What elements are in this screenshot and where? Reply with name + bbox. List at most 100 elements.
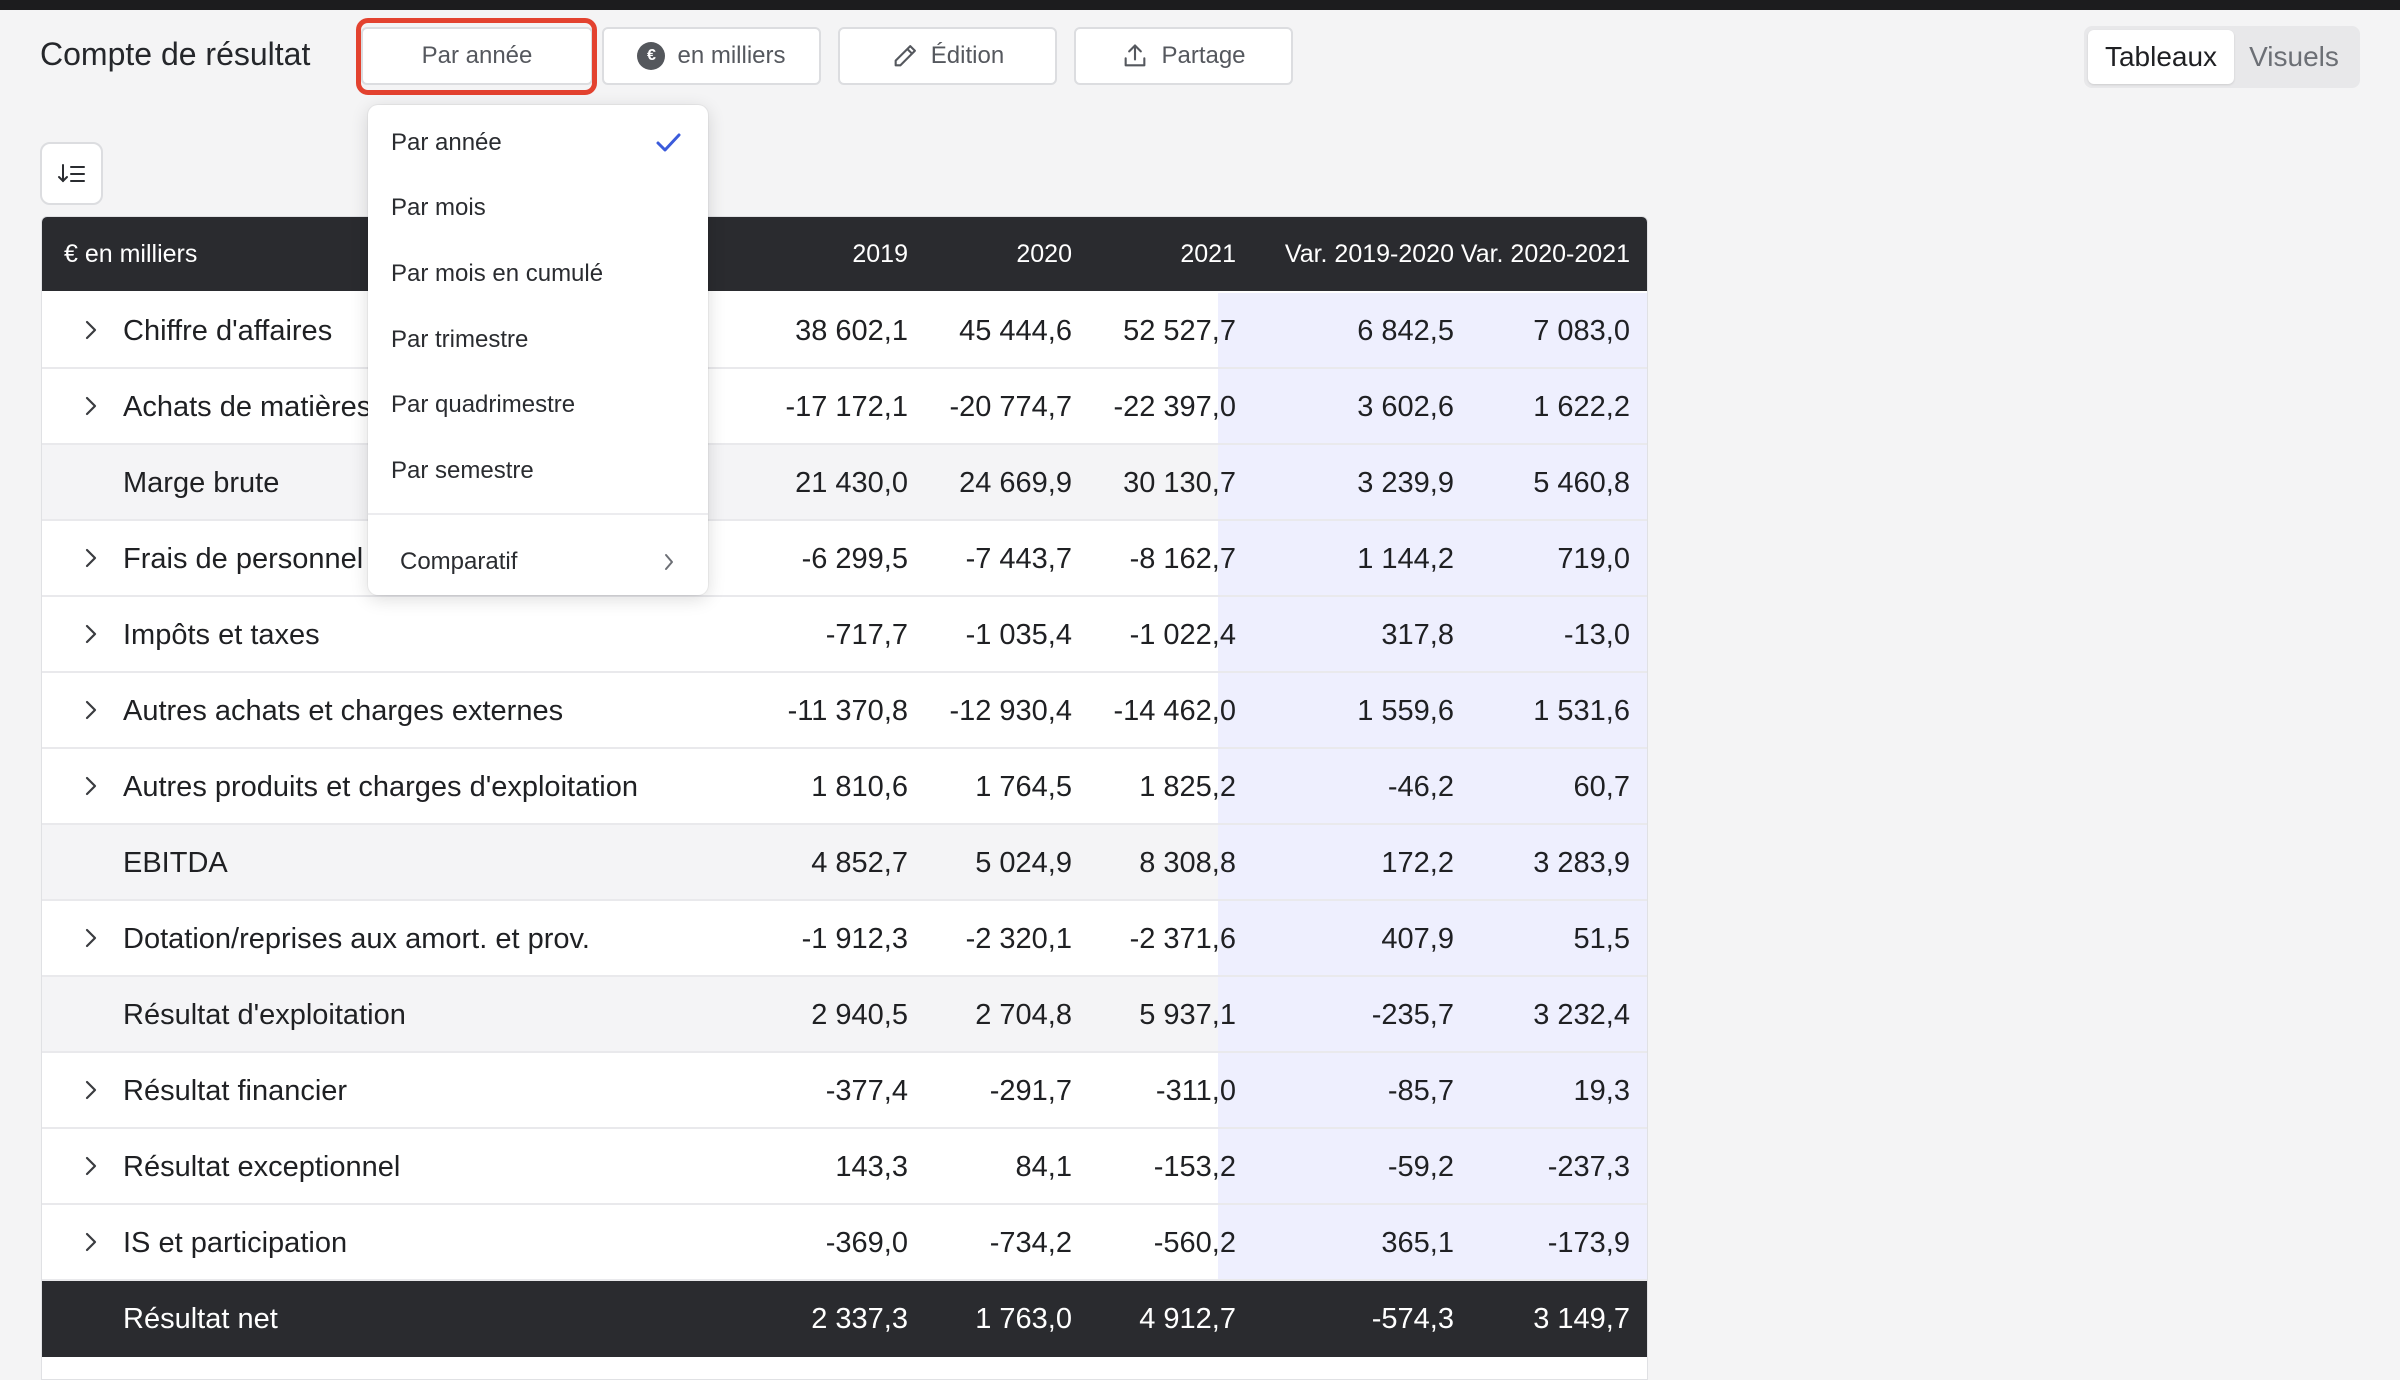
chevron-right-icon[interactable] <box>78 925 104 951</box>
cell-2020: -7 443,7 <box>965 543 1072 575</box>
cell-var-2020-2021: 1 622,2 <box>1533 391 1630 423</box>
chevron-right-icon[interactable] <box>78 393 104 419</box>
header-var-2020-2021[interactable]: Var. 2020-2021 <box>1454 217 1630 291</box>
cell-2020: 84,1 <box>1015 1151 1072 1183</box>
menu-item-period[interactable]: Par mois <box>368 178 708 238</box>
cell-2021: 1 825,2 <box>1139 771 1236 803</box>
cell-2019: -1 912,3 <box>801 923 908 955</box>
cell-2021: 5 937,1 <box>1139 999 1236 1031</box>
cell-2019: -369,0 <box>825 1227 908 1259</box>
toolbar: Compte de résultat Par année € en millie… <box>0 10 2400 110</box>
unit-button[interactable]: € en milliers <box>602 27 821 85</box>
cell-2021: 52 527,7 <box>1123 315 1236 347</box>
table-row[interactable]: Chiffre d'affaires 38 602,1 45 444,6 52 527… <box>42 293 1647 369</box>
cell-2021: -2 371,6 <box>1129 923 1236 955</box>
table-row-subtotal: Marge brute 21 430,0 24 669,9 30 130,7 3 239… <box>42 445 1647 521</box>
table-row[interactable]: IS et participation -369,0 -734,2 -560,2 365… <box>42 1205 1647 1281</box>
table-row[interactable]: Impôts et taxes -717,7 -1 035,4 -1 022,4 317… <box>42 597 1647 673</box>
sort-button[interactable] <box>40 142 103 205</box>
cell-var-2019-2020: 365,1 <box>1381 1227 1454 1259</box>
table-row[interactable]: Résultat exceptionnel 143,3 84,1 -153,2 -59,… <box>42 1129 1647 1205</box>
cell-var-2020-2021: 1 531,6 <box>1533 695 1630 727</box>
cell-var-2019-2020: 317,8 <box>1381 619 1454 651</box>
cell-2021: -560,2 <box>1153 1227 1236 1259</box>
period-button[interactable]: Par année <box>361 27 593 85</box>
cell-2019: -377,4 <box>825 1075 908 1107</box>
cell-2021: -22 397,0 <box>1113 391 1236 423</box>
cell-2020: -20 774,7 <box>949 391 1072 423</box>
cell-2021: -1 022,4 <box>1129 619 1236 651</box>
chevron-right-icon[interactable] <box>78 773 104 799</box>
income-statement-table: € en milliers 2019 2020 2021 Var. 2019-2… <box>41 216 1648 1380</box>
menu-item-label: Par quadrimestre <box>391 391 576 418</box>
chevron-right-icon[interactable] <box>78 1077 104 1103</box>
header-var-2019-2020[interactable]: Var. 2019-2020 <box>1236 217 1454 291</box>
table-row[interactable]: Résultat financier -377,4 -291,7 -311,0 -85,… <box>42 1053 1647 1129</box>
cell-var-2020-2021: 3 149,7 <box>1533 1303 1630 1335</box>
chevron-right-icon[interactable] <box>78 621 104 647</box>
row-label: Marge brute <box>123 467 280 499</box>
menu-item-period[interactable]: Par trimestre <box>368 310 708 370</box>
chevron-right-icon[interactable] <box>78 1229 104 1255</box>
cell-var-2019-2020: -574,3 <box>1371 1303 1454 1335</box>
share-button-label: Partage <box>1161 42 1246 69</box>
check-icon <box>656 133 681 152</box>
menu-item-period[interactable]: Par mois en cumulé <box>368 244 708 304</box>
cell-2019: -6 299,5 <box>801 543 908 575</box>
cell-var-2019-2020: 172,2 <box>1381 847 1454 879</box>
table-row[interactable]: Autres achats et charges externes -11 370… <box>42 673 1647 749</box>
cell-var-2019-2020: 6 842,5 <box>1357 315 1454 347</box>
chevron-right-icon[interactable] <box>78 1153 104 1179</box>
table-row[interactable]: Frais de personnel -6 299,5 -7 443,7 -8 162… <box>42 521 1647 597</box>
chevron-right-icon <box>665 554 673 570</box>
chevron-right-icon[interactable] <box>78 545 104 571</box>
table-row[interactable]: Autres produits et charges d'exploitatio… <box>42 749 1647 825</box>
row-label: EBITDA <box>123 847 228 879</box>
header-2021[interactable]: 2021 <box>1072 217 1236 291</box>
view-switcher: Tableaux Visuels <box>2084 26 2360 88</box>
menu-item-label: Comparatif <box>400 548 518 575</box>
cell-var-2019-2020: -85,7 <box>1387 1075 1454 1107</box>
cell-2019: 2 337,3 <box>811 1303 908 1335</box>
menu-item-period[interactable]: Par semestre <box>368 441 708 501</box>
cell-2021: 30 130,7 <box>1123 467 1236 499</box>
cell-var-2020-2021: 60,7 <box>1573 771 1630 803</box>
menu-item-period[interactable]: Par quadrimestre <box>368 375 708 435</box>
cell-var-2019-2020: 1 144,2 <box>1357 543 1454 575</box>
menu-item-label: Par mois <box>391 194 486 221</box>
table-row[interactable]: Dotation/reprises aux amort. et prov. -1 … <box>42 901 1647 977</box>
menu-item-comparatif[interactable]: Comparatif <box>368 532 708 592</box>
table-row[interactable]: Achats de matières -17 172,1 -20 774,7 -22 … <box>42 369 1647 445</box>
cell-2019: 4 852,7 <box>811 847 908 879</box>
tab-tableaux[interactable]: Tableaux <box>2088 30 2234 84</box>
sort-list-icon <box>57 163 85 182</box>
share-button[interactable]: Partage <box>1074 27 1293 85</box>
edit-button-label: Édition <box>930 42 1005 69</box>
cell-2019: -11 370,8 <box>787 695 908 727</box>
cell-var-2019-2020: -46,2 <box>1387 771 1454 803</box>
row-label: Résultat net <box>123 1303 278 1335</box>
period-dropdown-menu: Par année Par mois Par mois en cumulé Par t… <box>368 105 708 595</box>
row-label: Résultat exceptionnel <box>123 1151 401 1183</box>
cell-var-2020-2021: -13,0 <box>1563 619 1630 651</box>
header-2019[interactable]: 2019 <box>722 217 908 291</box>
header-2020[interactable]: 2020 <box>908 217 1072 291</box>
row-label: Autres produits et charges d'exploitatio… <box>123 771 638 803</box>
table-row-subtotal: Résultat d'exploitation 2 940,5 2 704,8 5 9… <box>42 977 1647 1053</box>
unit-button-label: en milliers <box>677 42 786 69</box>
cell-var-2020-2021: 719,0 <box>1557 543 1630 575</box>
edit-button[interactable]: Édition <box>838 27 1057 85</box>
cell-var-2020-2021: 51,5 <box>1573 923 1630 955</box>
tab-visuels[interactable]: Visuels <box>2234 30 2354 84</box>
menu-item-label: Par année <box>391 129 502 156</box>
chevron-right-icon[interactable] <box>78 697 104 723</box>
period-button-label: Par année <box>421 42 533 69</box>
menu-item-period[interactable]: Par année <box>368 113 708 173</box>
window-top-strip <box>0 0 2400 10</box>
cell-var-2019-2020: 3 239,9 <box>1357 467 1454 499</box>
cell-2021: 8 308,8 <box>1139 847 1236 879</box>
cell-2020: 5 024,9 <box>975 847 1072 879</box>
chevron-right-icon[interactable] <box>78 317 104 343</box>
cell-2020: 1 764,5 <box>975 771 1072 803</box>
row-label: Dotation/reprises aux amort. et prov. <box>123 923 590 955</box>
